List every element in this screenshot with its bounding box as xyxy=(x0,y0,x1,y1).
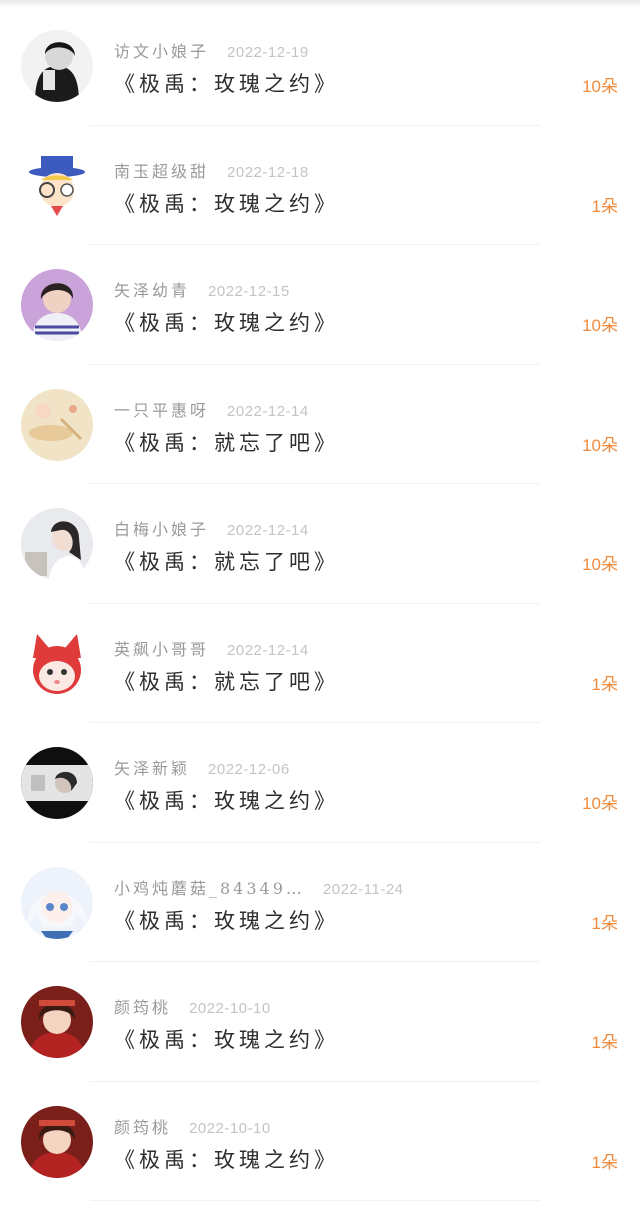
item-meta: 访文小娘子 2022-12-19 xyxy=(114,38,309,62)
gift-date: 2022-12-14 xyxy=(227,402,309,420)
gift-date: 2022-10-10 xyxy=(189,1119,271,1137)
list-item[interactable]: 颜筠桃 2022-10-10 《极禹：玫瑰之约》 1朵 xyxy=(0,1082,640,1202)
gift-date: 2022-12-18 xyxy=(227,163,309,181)
gift-title: 《极禹：玫瑰之约》 xyxy=(114,311,339,335)
username[interactable]: 白梅小娘子 xyxy=(114,516,209,540)
gift-title: 《极禹：玫瑰之约》 xyxy=(114,789,339,813)
avatar[interactable] xyxy=(21,30,93,102)
gift-date: 2022-12-06 xyxy=(208,761,290,778)
username[interactable]: 矢泽幼青 xyxy=(114,277,190,301)
list-item[interactable]: 白梅小娘子 2022-12-14 《极禹：就忘了吧》 10朵 xyxy=(0,484,640,604)
gift-title: 《极禹：就忘了吧》 xyxy=(114,550,339,574)
gift-title: 《极禹：玫瑰之约》 xyxy=(114,1147,339,1172)
gift-count: 10朵 xyxy=(582,435,618,455)
gift-title: 《极禹：玫瑰之约》 xyxy=(114,191,339,216)
username[interactable]: 小鸡炖蘑菇_84349… xyxy=(114,875,305,899)
gift-title: 《极禹：玫瑰之约》 xyxy=(114,1028,339,1052)
gift-count: 10朵 xyxy=(582,316,618,335)
avatar[interactable] xyxy=(21,1105,93,1178)
avatar[interactable] xyxy=(21,627,93,700)
username[interactable]: 矢泽新颖 xyxy=(114,755,190,779)
gift-title: 《极禹：玫瑰之约》 xyxy=(114,908,339,933)
avatar[interactable] xyxy=(21,866,93,939)
username[interactable]: 颜筠桃 xyxy=(114,1114,171,1138)
item-meta: 英飙小哥哥 2022-12-14 xyxy=(114,636,309,660)
gift-count: 1朵 xyxy=(591,913,618,933)
avatar[interactable] xyxy=(21,269,93,341)
item-meta: 南玉超级甜 2022-12-18 xyxy=(114,158,309,182)
item-meta: 颜筠桃 2022-10-10 xyxy=(114,1114,271,1138)
username[interactable]: 英飙小哥哥 xyxy=(114,636,209,660)
gift-date: 2022-12-14 xyxy=(227,522,309,539)
gift-date: 2022-11-24 xyxy=(322,880,404,898)
gift-count: 10朵 xyxy=(582,794,618,813)
avatar[interactable] xyxy=(21,986,93,1058)
item-meta: 矢泽新颖 2022-12-06 xyxy=(114,755,290,779)
item-meta: 白梅小娘子 2022-12-14 xyxy=(114,516,309,540)
gift-count: 1朵 xyxy=(591,674,618,694)
list-item[interactable]: 颜筠桃 2022-10-10 《极禹：玫瑰之约》 1朵 xyxy=(0,962,640,1082)
gift-date: 2022-12-15 xyxy=(208,283,290,300)
gift-count: 10朵 xyxy=(582,555,618,574)
username[interactable]: 颜筠桃 xyxy=(114,994,171,1018)
gift-count: 1朵 xyxy=(591,196,618,216)
gift-date: 2022-10-10 xyxy=(189,1000,271,1017)
username[interactable]: 南玉超级甜 xyxy=(114,158,209,182)
gift-list: 访文小娘子 2022-12-19 《极禹：玫瑰之约》 10朵 南玉超级甜 202… xyxy=(0,6,640,1201)
gift-count: 1朵 xyxy=(591,1033,618,1052)
avatar[interactable] xyxy=(21,508,93,580)
item-meta: 小鸡炖蘑菇_84349… 2022-11-24 xyxy=(114,875,404,899)
gift-title: 《极禹：玫瑰之约》 xyxy=(114,72,339,96)
gift-title: 《极禹：就忘了吧》 xyxy=(114,430,339,455)
list-item[interactable]: 小鸡炖蘑菇_84349… 2022-11-24 《极禹：玫瑰之约》 1朵 xyxy=(0,843,640,963)
gift-count: 1朵 xyxy=(591,1152,618,1172)
list-item[interactable]: 英飙小哥哥 2022-12-14 《极禹：就忘了吧》 1朵 xyxy=(0,604,640,724)
list-item[interactable]: 访文小娘子 2022-12-19 《极禹：玫瑰之约》 10朵 xyxy=(0,6,640,126)
list-item[interactable]: 南玉超级甜 2022-12-18 《极禹：玫瑰之约》 1朵 xyxy=(0,126,640,246)
list-item[interactable]: 矢泽新颖 2022-12-06 《极禹：玫瑰之约》 10朵 xyxy=(0,723,640,843)
item-meta: 一只平惠呀 2022-12-14 xyxy=(114,397,309,421)
username[interactable]: 一只平惠呀 xyxy=(114,397,209,421)
avatar[interactable] xyxy=(21,388,93,461)
gift-title: 《极禹：就忘了吧》 xyxy=(114,669,339,694)
gift-count: 10朵 xyxy=(582,77,618,96)
item-meta: 矢泽幼青 2022-12-15 xyxy=(114,277,290,301)
avatar[interactable] xyxy=(21,149,93,222)
item-meta: 颜筠桃 2022-10-10 xyxy=(114,994,271,1018)
username[interactable]: 访文小娘子 xyxy=(114,38,209,62)
list-item[interactable]: 一只平惠呀 2022-12-14 《极禹：就忘了吧》 10朵 xyxy=(0,365,640,485)
avatar[interactable] xyxy=(21,747,93,819)
gift-date: 2022-12-14 xyxy=(227,641,309,659)
gift-date: 2022-12-19 xyxy=(227,44,309,61)
list-item[interactable]: 矢泽幼青 2022-12-15 《极禹：玫瑰之约》 10朵 xyxy=(0,245,640,365)
